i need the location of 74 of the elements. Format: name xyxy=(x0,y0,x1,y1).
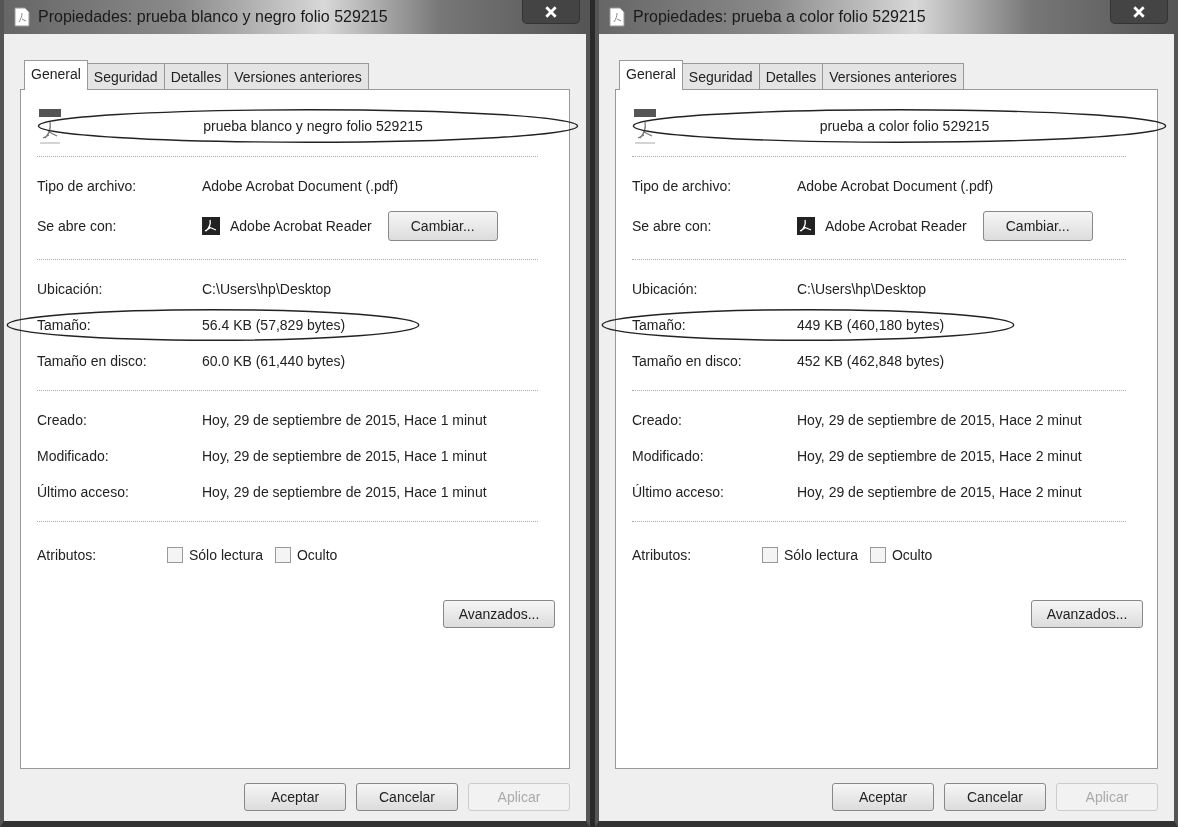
property-label: Creado: xyxy=(37,412,88,428)
advanced-button[interactable]: Avanzados... xyxy=(1031,600,1143,628)
property-value: Adobe Acrobat Document (.pdf) xyxy=(797,178,994,194)
app-icon xyxy=(797,217,815,235)
pdf-file-icon xyxy=(37,108,63,144)
property-value: Hoy, 29 de septiembre de 2015, Hace 1 minut xyxy=(202,448,487,464)
checkbox-label: Oculto xyxy=(296,547,338,563)
tab[interactable]: General xyxy=(24,60,88,90)
property-value: Hoy, 29 de septiembre de 2015, Hace 1 minut xyxy=(202,484,487,500)
window-title: Propiedades: prueba blanco y negro folio 529215 xyxy=(38,8,389,26)
checkbox-label: Sólo lectura xyxy=(784,547,858,563)
property-label: Se abre con: xyxy=(37,218,118,234)
property-label: Modificado: xyxy=(37,448,110,464)
property-value: Hoy, 29 de septiembre de 2015, Hace 1 minut xyxy=(202,412,487,428)
property-label: Tamaño: xyxy=(37,317,92,333)
checkbox-label: Sólo lectura xyxy=(189,547,263,563)
property-value: Adobe Acrobat Document (.pdf) xyxy=(202,178,399,194)
property-value: 452 KB (462,848 bytes) xyxy=(797,353,945,369)
dialog-button[interactable]: Cancelar xyxy=(944,783,1046,811)
property-label: Modificado: xyxy=(632,448,705,464)
property-label: Ubicación: xyxy=(37,281,104,297)
checkbox-square[interactable] xyxy=(762,547,778,563)
property-label: Tamaño en disco: xyxy=(632,353,743,369)
tab[interactable]: Seguridad xyxy=(86,63,165,89)
checkbox[interactable]: Oculto xyxy=(869,547,933,563)
property-value: C:\Users\hp\Desktop xyxy=(797,281,927,297)
property-label: Tipo de archivo: xyxy=(37,178,138,194)
property-value: C:\Users\hp\Desktop xyxy=(202,281,332,297)
change-button[interactable]: Cambiar... xyxy=(982,211,1093,241)
property-label: Último acceso: xyxy=(37,484,130,500)
property-value: 449 KB (460,180 bytes) xyxy=(797,317,945,333)
checkbox[interactable]: Sólo lectura xyxy=(167,547,263,563)
tab[interactable]: Seguridad xyxy=(681,63,760,89)
property-label: Se abre con: xyxy=(632,218,713,234)
checkbox[interactable]: Sólo lectura xyxy=(762,547,858,563)
app-icon xyxy=(202,217,220,235)
property-value: Hoy, 29 de septiembre de 2015, Hace 2 minut xyxy=(797,412,1082,428)
pdf-file-icon xyxy=(632,108,658,144)
close-icon xyxy=(1132,4,1146,19)
checkbox-square[interactable] xyxy=(869,547,886,563)
tab[interactable]: Versiones anteriores xyxy=(227,63,369,89)
property-label: Tipo de archivo: xyxy=(632,178,733,194)
document-icon xyxy=(609,7,625,27)
tab[interactable]: Detalles xyxy=(758,63,824,89)
tab[interactable]: Versiones anteriores xyxy=(822,63,964,89)
dialog-button[interactable]: Cancelar xyxy=(356,783,458,811)
property-label: Creado: xyxy=(632,412,683,428)
property-value: Adobe Acrobat Reader xyxy=(825,218,967,234)
checkbox-label: Oculto xyxy=(891,547,933,563)
dialog-button[interactable]: Aceptar xyxy=(832,783,934,811)
property-value: 56.4 KB (57,829 bytes) xyxy=(202,317,346,333)
property-label: Último acceso: xyxy=(632,484,725,500)
checkbox[interactable]: Oculto xyxy=(274,547,338,563)
window-title: Propiedades: prueba a color folio 529215 xyxy=(633,8,927,26)
dialog-button[interactable]: Aceptar xyxy=(244,783,346,811)
document-icon xyxy=(14,7,30,27)
property-value: Hoy, 29 de septiembre de 2015, Hace 2 minut xyxy=(797,484,1082,500)
property-label: Atributos: xyxy=(632,547,693,563)
property-value: Hoy, 29 de septiembre de 2015, Hace 2 minut xyxy=(797,448,1082,464)
advanced-button[interactable]: Avanzados... xyxy=(443,600,555,628)
close-button[interactable] xyxy=(522,0,580,24)
property-label: Ubicación: xyxy=(632,281,699,297)
change-button[interactable]: Cambiar... xyxy=(387,211,498,241)
tab[interactable]: General xyxy=(619,60,683,90)
close-icon xyxy=(544,4,558,19)
property-value: 60.0 KB (61,440 bytes) xyxy=(202,353,346,369)
property-label: Tamaño: xyxy=(632,317,687,333)
checkbox-square[interactable] xyxy=(167,547,183,563)
tab[interactable]: Detalles xyxy=(163,63,229,89)
property-label: Atributos: xyxy=(37,547,98,563)
close-button[interactable] xyxy=(1110,0,1168,24)
checkbox-square[interactable] xyxy=(274,547,291,563)
property-value: Adobe Acrobat Reader xyxy=(230,218,372,234)
property-label: Tamaño en disco: xyxy=(37,353,148,369)
